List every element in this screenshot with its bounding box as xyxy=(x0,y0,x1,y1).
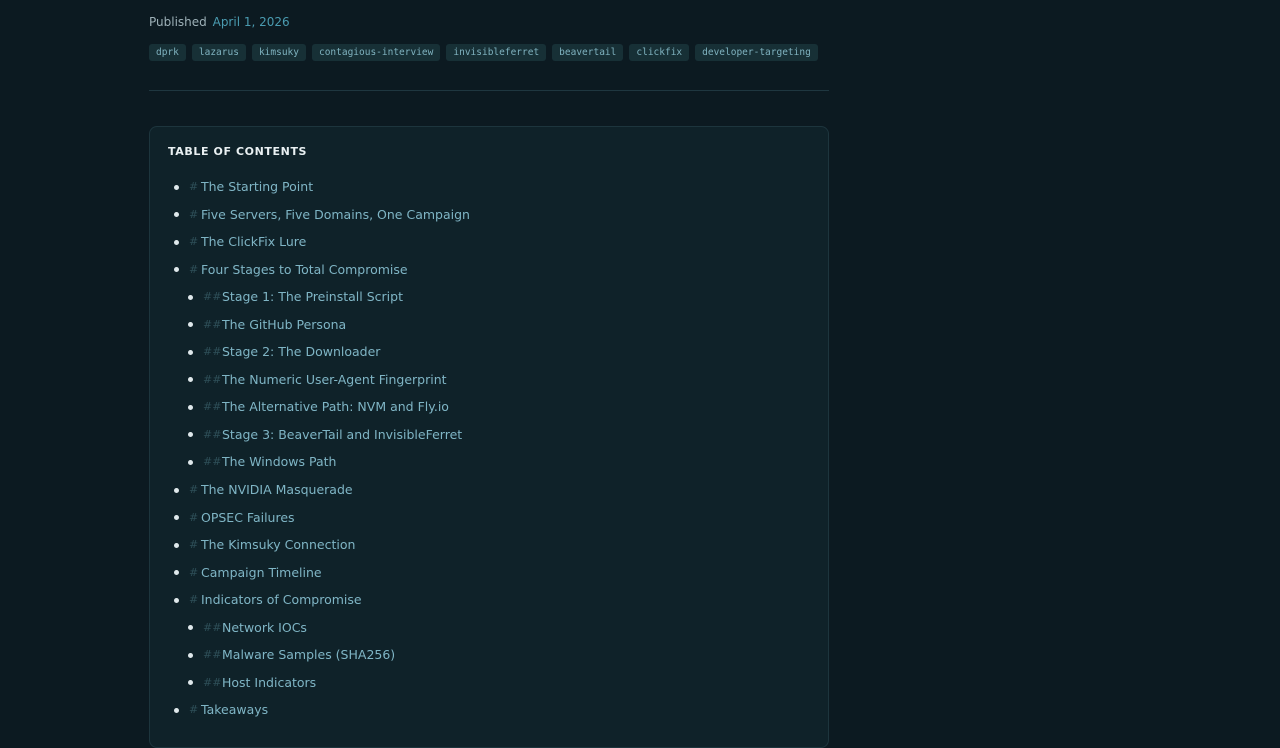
toc-item: ## The Windows Path xyxy=(150,448,828,476)
heading-marker: ## xyxy=(203,427,222,441)
tag-list: dprk lazarus kimsuky contagious-intervie… xyxy=(149,44,818,61)
heading-marker: # xyxy=(189,483,199,497)
heading-marker: ## xyxy=(203,648,222,662)
toc-link[interactable]: Indicators of Compromise xyxy=(201,586,362,614)
tag[interactable]: lazarus xyxy=(191,44,246,61)
heading-marker: ## xyxy=(203,345,222,359)
toc-item: # Campaign Timeline xyxy=(150,559,828,587)
toc-item: ## Stage 2: The Downloader xyxy=(150,338,828,366)
toc-link[interactable]: The Kimsuky Connection xyxy=(201,531,355,559)
toc-item: # The Starting Point xyxy=(150,173,828,201)
heading-marker: ## xyxy=(203,455,222,469)
toc-link[interactable]: Stage 3: BeaverTail and InvisibleFerret xyxy=(222,421,462,449)
tag[interactable]: clickfix xyxy=(629,44,690,61)
toc-item: # Five Servers, Five Domains, One Campaig… xyxy=(150,201,828,229)
toc-item: ## The Numeric User-Agent Fingerprint xyxy=(150,366,828,394)
toc-link[interactable]: The Alternative Path: NVM and Fly.io xyxy=(222,393,449,421)
bullet-icon xyxy=(174,597,179,603)
bullet-icon xyxy=(188,459,193,465)
bullet-icon xyxy=(188,322,193,328)
toc-link[interactable]: Malware Samples (SHA256) xyxy=(222,641,395,669)
toc-link[interactable]: Campaign Timeline xyxy=(201,559,322,587)
bullet-icon xyxy=(174,212,179,218)
heading-marker: ## xyxy=(203,317,222,331)
bullet-icon xyxy=(188,680,193,686)
bullet-icon xyxy=(174,487,179,493)
published-date: April 1, 2026 xyxy=(212,15,290,29)
bullet-icon xyxy=(188,432,193,438)
heading-marker: ## xyxy=(203,400,222,414)
toc-link[interactable]: The NVIDIA Masquerade xyxy=(201,476,353,504)
toc-item: ## The Alternative Path: NVM and Fly.io xyxy=(150,393,828,421)
toc-link[interactable]: Network IOCs xyxy=(222,614,307,642)
bullet-icon xyxy=(174,267,179,273)
toc-item: ## Stage 1: The Preinstall Script xyxy=(150,283,828,311)
toc-list: # The Starting Point # Five Servers, Five D… xyxy=(150,173,828,724)
toc-item: ## Network IOCs xyxy=(150,614,828,642)
divider xyxy=(149,90,829,91)
bullet-icon xyxy=(188,349,193,355)
bullet-icon xyxy=(188,377,193,383)
heading-marker: ## xyxy=(203,290,222,304)
toc-link[interactable]: Four Stages to Total Compromise xyxy=(201,256,408,284)
heading-marker: # xyxy=(189,262,199,276)
bullet-icon xyxy=(188,404,193,410)
tag[interactable]: contagious-interview xyxy=(311,44,441,61)
toc-link[interactable]: The ClickFix Lure xyxy=(201,228,306,256)
toc-title: TABLE OF CONTENTS xyxy=(168,145,308,158)
heading-marker: # xyxy=(189,510,199,524)
tag[interactable]: beavertail xyxy=(552,44,624,61)
heading-marker: # xyxy=(189,593,199,607)
toc-item: # Indicators of Compromise xyxy=(150,586,828,614)
toc-item: # Four Stages to Total Compromise xyxy=(150,256,828,284)
heading-marker: ## xyxy=(203,372,222,386)
heading-marker: ## xyxy=(203,620,222,634)
heading-marker: # xyxy=(189,235,199,249)
toc-item: # OPSEC Failures xyxy=(150,504,828,532)
heading-marker: # xyxy=(189,538,199,552)
table-of-contents: TABLE OF CONTENTS # The Starting Point # Fi… xyxy=(149,126,829,748)
toc-item: ## Malware Samples (SHA256) xyxy=(150,641,828,669)
toc-link[interactable]: Five Servers, Five Domains, One Campaign xyxy=(201,201,470,229)
heading-marker: # xyxy=(189,207,199,221)
bullet-icon xyxy=(174,239,179,245)
toc-link[interactable]: OPSEC Failures xyxy=(201,504,295,532)
toc-item: # The NVIDIA Masquerade xyxy=(150,476,828,504)
tag[interactable]: developer-targeting xyxy=(695,44,818,61)
heading-marker: ## xyxy=(203,675,222,689)
publish-meta: Published April 1, 2026 xyxy=(149,15,290,29)
toc-link[interactable]: The Starting Point xyxy=(201,173,313,201)
bullet-icon xyxy=(188,294,193,300)
toc-item: # The ClickFix Lure xyxy=(150,228,828,256)
toc-link[interactable]: Stage 1: The Preinstall Script xyxy=(222,283,403,311)
toc-link[interactable]: The Windows Path xyxy=(222,448,336,476)
bullet-icon xyxy=(188,625,193,631)
bullet-icon xyxy=(174,707,179,713)
heading-marker: # xyxy=(189,180,199,193)
bullet-icon xyxy=(174,570,179,576)
bullet-icon xyxy=(188,652,193,658)
bullet-icon xyxy=(174,515,179,521)
toc-item: # The Kimsuky Connection xyxy=(150,531,828,559)
toc-link[interactable]: The GitHub Persona xyxy=(222,311,346,339)
toc-link[interactable]: Host Indicators xyxy=(222,669,316,697)
bullet-icon xyxy=(174,542,179,548)
toc-item: ## Host Indicators xyxy=(150,669,828,697)
toc-item: ## Stage 3: BeaverTail and InvisibleFerre… xyxy=(150,421,828,449)
tag[interactable]: dprk xyxy=(149,44,186,61)
toc-link[interactable]: The Numeric User-Agent Fingerprint xyxy=(222,366,447,394)
tag[interactable]: invisibleferret xyxy=(446,44,547,61)
toc-item: ## The GitHub Persona xyxy=(150,311,828,339)
published-label: Published xyxy=(149,15,207,29)
bullet-icon xyxy=(174,184,179,190)
heading-marker: # xyxy=(189,565,199,579)
tag[interactable]: kimsuky xyxy=(251,44,306,61)
toc-link[interactable]: Stage 2: The Downloader xyxy=(222,338,380,366)
